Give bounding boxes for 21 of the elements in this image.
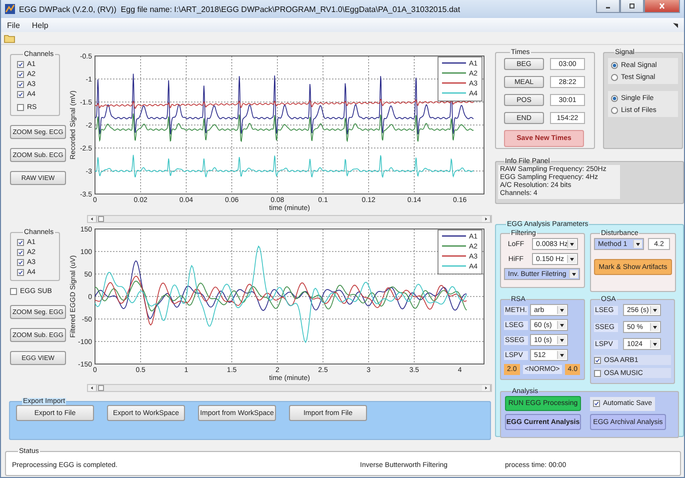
scroll-right-icon[interactable] [482, 385, 491, 391]
scrollbar[interactable] [87, 215, 492, 223]
scroll-thumb[interactable] [98, 216, 104, 222]
dock-arrow-icon[interactable] [673, 22, 678, 28]
chart-legend [438, 56, 482, 102]
scroll-left-icon[interactable] [88, 385, 97, 391]
menu-item[interactable]: Help [32, 20, 48, 30]
window-title: EGG DWPack (V.2.0, (RV)) Egg file name: I:\ART_2018\EGG DWPack\PROGRAM_RV1.0\EggData\PA_01A_31032015.dat [19, 4, 460, 14]
scroll-thumb[interactable] [98, 385, 104, 391]
chart-legend [438, 230, 482, 274]
maximize-button[interactable] [620, 0, 644, 13]
scroll-left-icon[interactable] [88, 216, 97, 222]
close-button[interactable] [644, 0, 680, 13]
close-icon [657, 2, 667, 10]
app-icon [5, 4, 15, 14]
menu-item[interactable]: File [7, 20, 20, 30]
checkmark-icon [595, 358, 600, 362]
checkmark-icon [594, 401, 599, 406]
maximize-icon [627, 2, 637, 10]
scroll-right-icon[interactable] [482, 216, 491, 222]
scrollbar[interactable] [87, 384, 492, 392]
